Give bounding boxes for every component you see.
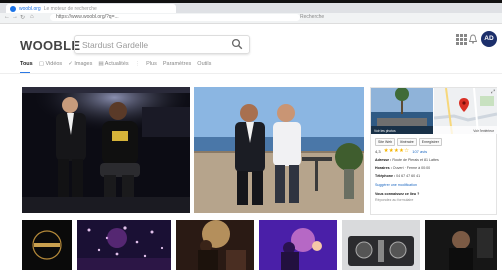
- suggest-edit-link[interactable]: Suggérer une modification: [375, 183, 417, 187]
- panel-actions: Site Web Itinéraire Enregistrer: [375, 138, 442, 146]
- directions-button[interactable]: Itinéraire: [397, 138, 417, 146]
- user-avatar[interactable]: AD: [481, 31, 497, 47]
- tab-images-label: Images: [74, 61, 93, 67]
- main-photo-club-night[interactable]: [22, 87, 190, 213]
- browser-search-label[interactable]: Recherche: [300, 14, 324, 20]
- thumb-party-image: [259, 220, 337, 270]
- place-info-panel: Voir les photos Voir l'extérieur ⤢ Site …: [370, 87, 497, 215]
- site-logo[interactable]: WOOBLE: [20, 38, 80, 53]
- tab-subtitle: Le moteur de recherche: [43, 5, 97, 12]
- tab-images[interactable]: ✓ Images: [68, 61, 92, 73]
- favicon-icon: [10, 5, 16, 12]
- thumb-crowd-lights[interactable]: [77, 220, 171, 270]
- logo-text: WOOBLE: [20, 38, 81, 53]
- search-box[interactable]: Stardust Gardelle: [74, 35, 250, 54]
- save-button[interactable]: Enregistrer: [418, 138, 442, 146]
- place-map[interactable]: Voir l'extérieur ⤢: [434, 88, 497, 134]
- thumb-logo[interactable]: [22, 220, 72, 270]
- phone-line: Téléphone : 04 67 47 60 41: [375, 174, 420, 178]
- rating-row: 4,3 ★★★★☆ 107 avis: [375, 148, 427, 154]
- thumb-dj-stage[interactable]: [176, 220, 254, 270]
- owner-prompt-text: Vous connaissez ce lieu ?: [375, 192, 420, 196]
- thumb-crowd-image: [77, 220, 171, 270]
- tab-separator: ⋮: [134, 61, 141, 67]
- rating-value: 4,3: [375, 148, 381, 154]
- phone-value[interactable]: 04 67 47 60 41: [396, 174, 420, 178]
- tab-more[interactable]: Plus: [146, 61, 157, 73]
- expand-icon[interactable]: ⤢: [491, 89, 495, 95]
- back-icon[interactable]: ←: [4, 14, 10, 20]
- forward-icon[interactable]: →: [12, 14, 18, 20]
- search-icon[interactable]: [231, 38, 243, 50]
- search-tabs: Tous ▢ Vidéos ✓ Images ▤ Actualités ⋮ Pl…: [20, 61, 211, 73]
- tabs-divider: [0, 73, 502, 74]
- tab-news[interactable]: ▤ Actualités: [98, 61, 128, 73]
- owner-prompt: Vous connaissez ce lieu ?: [375, 192, 419, 196]
- tab-news-label: Actualités: [104, 61, 129, 67]
- thumb-logo-image: [22, 220, 72, 270]
- thumb-dj-image: [176, 220, 254, 270]
- place-photo[interactable]: Voir les photos: [371, 88, 433, 134]
- see-outside-label: Voir l'extérieur: [473, 129, 494, 133]
- owner-form-link[interactable]: Répondez au formulaire: [375, 198, 413, 202]
- main-photo-terrace[interactable]: [194, 87, 364, 213]
- map-image: [434, 88, 497, 134]
- hours-label: Horaires :: [375, 166, 392, 170]
- place-photo-image: [371, 88, 433, 134]
- rating-stars-icon: ★★★★☆: [383, 148, 410, 154]
- address-line: Adresse : Route de Plerais et 81 Lattes: [375, 158, 439, 162]
- terrace-image: [194, 87, 364, 213]
- home-icon[interactable]: ⌂: [30, 14, 34, 20]
- thumb-mixer-image: [342, 220, 420, 270]
- browser-tabbar: woobl.org Le moteur de recherche: [0, 3, 502, 13]
- tab-settings[interactable]: Paramètres: [163, 61, 191, 73]
- see-photos-label: Voir les photos: [374, 129, 396, 133]
- hours-line: Horaires : Ouvert · Ferme à 00:00: [375, 166, 430, 170]
- reload-icon[interactable]: ↻: [20, 14, 25, 21]
- thumb-dj-mixer[interactable]: [342, 220, 420, 270]
- tab-videos-label: Vidéos: [45, 61, 63, 67]
- address-value: Route de Plerais et 81 Lattes: [392, 158, 439, 162]
- thumb-club-dark[interactable]: [425, 220, 497, 270]
- tab-title: woobl.org: [19, 5, 41, 12]
- reviews-link[interactable]: 107 avis: [412, 149, 427, 154]
- address-label: Adresse :: [375, 158, 392, 162]
- url-input[interactable]: https://www.woobl.org/?q=...: [50, 14, 300, 21]
- browser-tab[interactable]: woobl.org Le moteur de recherche: [6, 4, 176, 13]
- address-bar-row: ← → ↻ ⌂ https://www.woobl.org/?q=... Rec…: [0, 13, 502, 24]
- thumb-club-image: [425, 220, 497, 270]
- apps-grid-icon[interactable]: [456, 34, 467, 45]
- club-night-image: [22, 87, 190, 213]
- website-button[interactable]: Site Web: [375, 138, 396, 146]
- search-input[interactable]: Stardust Gardelle: [82, 40, 148, 50]
- thumb-party-purple[interactable]: [259, 220, 337, 270]
- hours-value[interactable]: Ouvert · Ferme à 00:00: [393, 166, 430, 170]
- notifications-icon[interactable]: [469, 34, 477, 44]
- tab-videos[interactable]: ▢ Vidéos: [39, 61, 62, 73]
- phone-label: Téléphone :: [375, 174, 396, 178]
- tab-tools[interactable]: Outils: [197, 61, 211, 73]
